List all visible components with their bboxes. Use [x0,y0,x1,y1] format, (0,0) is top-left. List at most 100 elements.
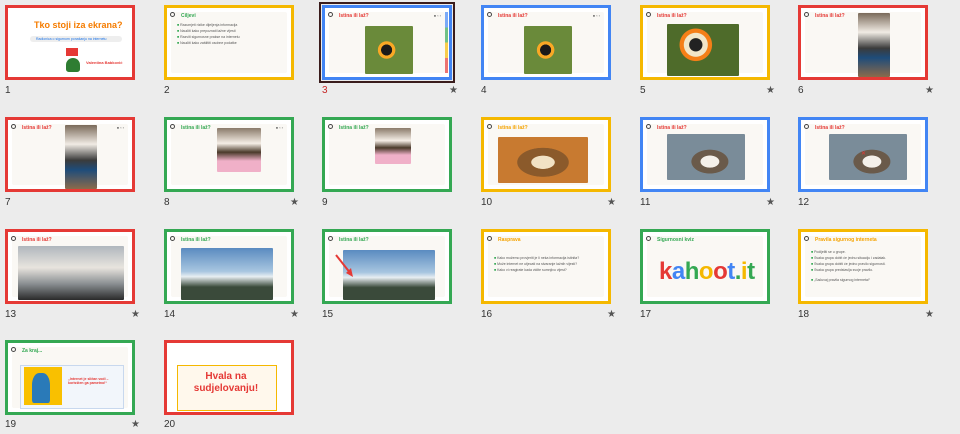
search-icon [487,236,492,241]
star-icon: ★ [766,197,775,208]
dog-image [498,137,588,183]
slide-number: 4 [481,85,487,96]
star-icon: ★ [925,85,934,96]
dog-image [858,13,890,77]
butterfly-image [365,26,413,74]
slide-title: Za kraj... [22,348,43,354]
slide-thumbnail-19[interactable]: Za kraj... „Internet je sličan vodi – ko… [5,340,135,415]
dog-image [667,134,745,180]
slide-title: Tko stoji iza ekrana? [34,20,123,30]
star-icon: ★ [131,309,140,320]
search-icon [170,236,175,241]
slide-title: Istina ili laž? [181,237,211,243]
search-icon [328,12,333,17]
slide-thumbnail-14[interactable]: Istina ili laž? [164,229,294,304]
slide-number: 8 [164,197,170,208]
mountain-image [181,248,273,300]
search-icon [487,124,492,129]
search-icon [11,347,16,352]
slide-number: 20 [164,419,176,430]
slide-controls-icon: ● ‹ › [592,13,600,18]
search-icon [328,236,333,241]
slide-thumbnail-8[interactable]: Istina ili laž? ● ‹ › [164,117,294,192]
slide-thumbnail-9[interactable]: Istina ili laž? [322,117,452,192]
slide-number: 11 [640,197,651,208]
star-icon: ★ [607,309,616,320]
search-icon [804,236,809,241]
slide-title: Istina ili laž? [181,125,211,131]
slide-controls-icon: ● ‹ › [275,125,283,130]
slide-controls-icon: ● ‹ › [433,13,441,18]
slide-number: 6 [798,85,804,96]
slide-thumbnail-11[interactable]: Istina ili laž? [640,117,770,192]
author-name: Valentina Babković [86,60,123,65]
star-icon: ★ [290,309,299,320]
search-icon [11,236,16,241]
volcano-image [18,246,124,300]
search-icon [170,12,175,17]
star-icon: ★ [607,197,616,208]
star-icon: ★ [925,309,934,320]
slide-controls-icon: ● ‹ › [116,125,124,130]
star-icon: ★ [290,197,299,208]
slide-title: Ciljevi [181,13,196,19]
arrow-icon [335,254,353,277]
slide-title: Hvala na sudjelovanju! [193,371,259,394]
slide-thumbnail-4[interactable]: Istina ili laž? ● ‹ › [481,5,611,80]
search-icon [804,12,809,17]
slide-number: 18 [798,309,810,320]
slide-number: 5 [640,85,646,96]
star-icon: ★ [131,419,140,430]
slide-thumbnail-18[interactable]: Pravila sigurnog interneta Podijeliti se… [798,229,928,304]
slide-thumbnail-5[interactable]: Istina ili laž? [640,5,770,80]
badge-shape [66,48,78,56]
slide-thumbnail-15[interactable]: Istina ili laž? [322,229,452,304]
slide-thumbnail-12[interactable]: Istina ili laž? ✕ [798,117,928,192]
slide-title: Istina ili laž? [657,125,687,131]
slide-title: Istina ili laž? [657,13,687,19]
butterfly-image [667,24,739,76]
quote-text: „Internet je sličan vodi – korisšten ga … [68,377,109,385]
slide-number: 12 [798,197,810,208]
slide-thumbnail-16[interactable]: Rasprava Kako možemo provjeriti je li ne… [481,229,611,304]
star-icon: ★ [766,85,775,96]
slide-title: Istina ili laž? [498,13,528,19]
slide-thumbnail-1[interactable]: Tko stoji iza ekrana? Radionica o sigurn… [5,5,135,80]
search-icon [646,12,651,17]
slide-thumbnail-3[interactable]: Istina ili laž? ● ‹ › [319,2,455,83]
slide-thumbnail-13[interactable]: Istina ili laž? [5,229,135,304]
search-icon [804,124,809,129]
slide-number: 13 [5,309,17,320]
slide-number: 10 [481,197,493,208]
search-icon [646,236,651,241]
search-icon [11,124,16,129]
search-icon [487,12,492,17]
slide-title: Sigurnosni kviz [657,237,694,243]
search-icon [170,124,175,129]
slide-number: 7 [5,197,11,208]
slide-number: 19 [5,419,17,430]
slide-title: Rasprava [498,237,521,243]
dog-image [65,125,97,189]
slide-title: Istina ili laž? [339,125,369,131]
search-icon [646,124,651,129]
slide-thumbnail-2[interactable]: Ciljevi Razumjeti rizike dijeljenja info… [164,5,294,80]
star-icon: ★ [449,85,458,96]
slide-number: 14 [164,309,176,320]
slide-thumbnail-20[interactable]: Hvala na sudjelovanju! [164,340,294,415]
slide-number: 17 [640,309,652,320]
slide-title: Pravila sigurnog interneta [815,237,877,243]
dog-image [829,134,907,180]
dog-image [217,128,261,172]
slide-thumbnail-10[interactable]: Istina ili laž? [481,117,611,192]
slide-title: Istina ili laž? [22,237,52,243]
slide-subtitle: Radionica o sigurnom ponašanju na intern… [30,36,122,42]
slide-title: Istina ili laž? [339,237,369,243]
slide-title: Istina ili laž? [339,13,369,19]
slide-title: Istina ili laž? [815,13,845,19]
slide-thumbnail-17[interactable]: Sigurnosni kviz kahoot.it [640,229,770,304]
search-icon [328,124,333,129]
slide-thumbnail-6[interactable]: Istina ili laž? [798,5,928,80]
slide-number: 9 [322,197,328,208]
slide-thumbnail-7[interactable]: Istina ili laž? ● ‹ › [5,117,135,192]
